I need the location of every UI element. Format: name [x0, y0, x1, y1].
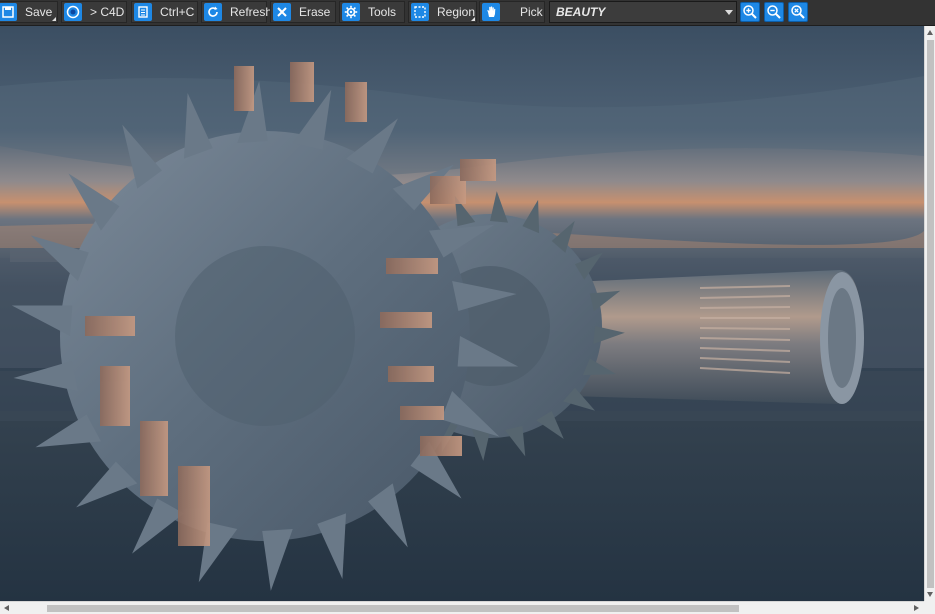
copy-label: Ctrl+C [160, 5, 195, 19]
render-pass-value: BEAUTY [556, 5, 606, 19]
scroll-down-arrow-icon[interactable] [927, 592, 933, 597]
c4d-icon [64, 3, 82, 21]
vertical-scrollbar[interactable] [924, 26, 935, 601]
scroll-up-arrow-icon[interactable] [927, 30, 933, 35]
save-label: Save [25, 5, 53, 19]
hand-pick-icon [482, 3, 500, 21]
vertical-scroll-thumb[interactable] [927, 40, 934, 588]
region-label: Region [437, 5, 476, 19]
send-to-c4d-button[interactable]: > C4D [61, 1, 127, 23]
zoom-out-button[interactable] [764, 2, 784, 22]
region-menu-corner [471, 17, 475, 21]
tools-label: Tools [368, 5, 397, 19]
refresh-label: Refresh [230, 5, 273, 19]
region-select-icon [411, 3, 429, 21]
save-icon [0, 3, 17, 21]
scroll-left-arrow-icon[interactable] [4, 605, 9, 611]
erase-icon [273, 3, 291, 21]
save-button[interactable]: Save [0, 1, 58, 23]
scrollbar-corner [924, 601, 935, 614]
tools-button[interactable]: Tools [339, 1, 405, 23]
render-image [0, 26, 924, 601]
scroll-right-arrow-icon[interactable] [914, 605, 919, 611]
zoom-reset-button[interactable] [788, 2, 808, 22]
clipboard-icon [134, 3, 152, 21]
zoom-out-icon [766, 4, 782, 20]
refresh-icon [204, 3, 222, 21]
render-viewport[interactable] [0, 26, 924, 601]
render-toolbar: Save > C4D Ctrl+C Refresh Erase Tools Re… [0, 0, 935, 26]
region-button[interactable]: Region [408, 1, 477, 23]
save-menu-corner [52, 17, 56, 21]
horizontal-scroll-thumb[interactable] [47, 605, 739, 612]
copy-clipboard-button[interactable]: Ctrl+C [131, 1, 198, 23]
horizontal-scrollbar[interactable] [0, 601, 924, 614]
c4d-label: > C4D [90, 5, 125, 19]
gear-icon [342, 3, 360, 21]
refresh-button[interactable]: Refresh [201, 1, 272, 23]
pick-button[interactable]: Pick [479, 1, 545, 23]
zoom-in-icon [742, 4, 758, 20]
zoom-in-button[interactable] [740, 2, 760, 22]
render-pass-dropdown[interactable]: BEAUTY [549, 1, 737, 23]
pick-label: Pick [520, 5, 543, 19]
chevron-down-icon [722, 2, 736, 22]
erase-button[interactable]: Erase [270, 1, 336, 23]
erase-label: Erase [299, 5, 331, 19]
zoom-reset-icon [790, 4, 806, 20]
